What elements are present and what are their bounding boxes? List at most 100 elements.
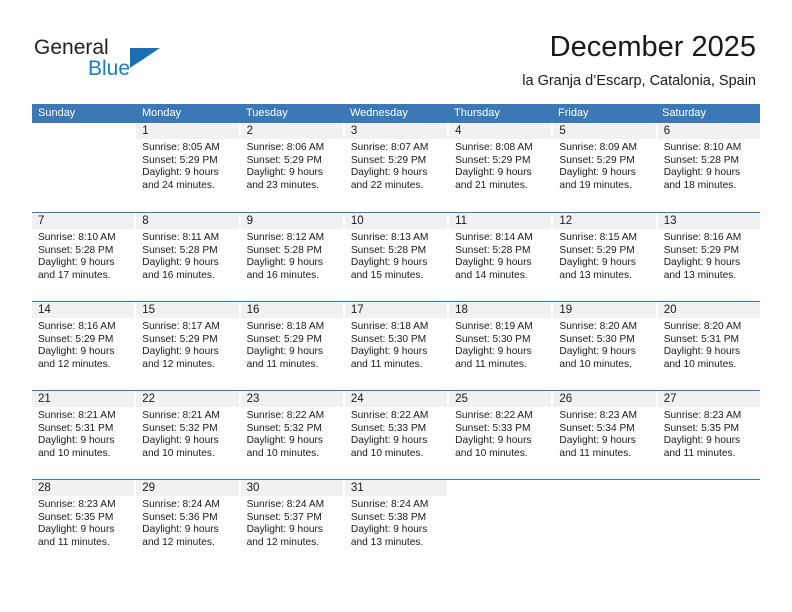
sunset-line: Sunset: 5:35 PM: [663, 422, 740, 434]
day-number: 9: [240, 213, 343, 229]
day-info: Sunrise: 8:14 AM Sunset: 5:28 PM Dayligh…: [449, 229, 551, 282]
daylight-line-2: and 24 minutes.: [142, 179, 215, 191]
day-cell[interactable]: 31 Sunrise: 8:24 AM Sunset: 5:38 PM Dayl…: [344, 480, 448, 568]
week-row: 1 Sunrise: 8:05 AM Sunset: 5:29 PM Dayli…: [32, 123, 760, 212]
sunrise-line: Sunrise: 8:23 AM: [559, 410, 637, 421]
daylight-line-2: and 10 minutes.: [663, 358, 737, 370]
daylight-line-1: Daylight: 9 hours: [38, 524, 115, 536]
day-info: Sunrise: 8:15 AM Sunset: 5:29 PM Dayligh…: [553, 229, 655, 282]
daylight-line-2: and 10 minutes.: [38, 447, 111, 459]
day-cell[interactable]: 26 Sunrise: 8:23 AM Sunset: 5:34 PM Dayl…: [553, 391, 656, 479]
day-cell[interactable]: 29 Sunrise: 8:24 AM Sunset: 5:36 PM Dayl…: [136, 480, 239, 568]
day-number: 4: [449, 123, 552, 139]
day-cell[interactable]: 21 Sunrise: 8:21 AM Sunset: 5:31 PM Dayl…: [32, 391, 135, 479]
day-cell[interactable]: 24 Sunrise: 8:22 AM Sunset: 5:33 PM Dayl…: [344, 391, 448, 479]
day-info: Sunrise: 8:22 AM Sunset: 5:33 PM Dayligh…: [345, 407, 447, 460]
sunrise-line: Sunrise: 8:18 AM: [350, 321, 429, 332]
day-number: 24: [344, 391, 448, 407]
day-cell[interactable]: 3 Sunrise: 8:07 AM Sunset: 5:29 PM Dayli…: [344, 123, 448, 212]
day-cell[interactable]: [657, 480, 760, 568]
day-cell[interactable]: 14 Sunrise: 8:16 AM Sunset: 5:29 PM Dayl…: [32, 302, 135, 390]
day-cell[interactable]: 16 Sunrise: 8:18 AM Sunset: 5:29 PM Dayl…: [240, 302, 343, 390]
day-cell[interactable]: 28 Sunrise: 8:23 AM Sunset: 5:35 PM Dayl…: [32, 480, 135, 568]
day-number: 10: [344, 213, 448, 229]
sunrise-line: Sunrise: 8:21 AM: [142, 410, 220, 421]
daylight-line-1: Daylight: 9 hours: [559, 167, 636, 179]
day-cell[interactable]: 15 Sunrise: 8:17 AM Sunset: 5:29 PM Dayl…: [136, 302, 239, 390]
daylight-line-2: and 22 minutes.: [350, 179, 424, 191]
general-blue-logo[interactable]: General Blue: [34, 36, 184, 88]
daylight-line-2: and 14 minutes.: [455, 269, 528, 281]
sunset-line: Sunset: 5:29 PM: [142, 154, 218, 166]
day-cell[interactable]: 22 Sunrise: 8:21 AM Sunset: 5:32 PM Dayl…: [136, 391, 239, 479]
daylight-line-1: Daylight: 9 hours: [559, 257, 636, 269]
day-cell[interactable]: [553, 480, 656, 568]
day-cell[interactable]: 10 Sunrise: 8:13 AM Sunset: 5:28 PM Dayl…: [344, 213, 448, 301]
day-cell[interactable]: 19 Sunrise: 8:20 AM Sunset: 5:30 PM Dayl…: [553, 302, 656, 390]
daylight-line-1: Daylight: 9 hours: [350, 167, 428, 179]
day-cell[interactable]: 30 Sunrise: 8:24 AM Sunset: 5:37 PM Dayl…: [240, 480, 343, 568]
sunset-line: Sunset: 5:29 PM: [38, 333, 114, 345]
day-cell[interactable]: 6 Sunrise: 8:10 AM Sunset: 5:28 PM Dayli…: [657, 123, 760, 212]
daylight-line-1: Daylight: 9 hours: [663, 167, 741, 179]
day-cell[interactable]: 5 Sunrise: 8:09 AM Sunset: 5:29 PM Dayli…: [553, 123, 656, 212]
day-cell[interactable]: 4 Sunrise: 8:08 AM Sunset: 5:29 PM Dayli…: [449, 123, 552, 212]
daylight-line-2: and 11 minutes.: [663, 447, 736, 459]
daylight-line-1: Daylight: 9 hours: [38, 435, 115, 447]
day-cell[interactable]: 1 Sunrise: 8:05 AM Sunset: 5:29 PM Dayli…: [136, 123, 239, 212]
daylight-line-1: Daylight: 9 hours: [142, 167, 219, 179]
sunset-line: Sunset: 5:31 PM: [38, 422, 114, 434]
daylight-line-2: and 10 minutes.: [455, 447, 528, 459]
day-info: Sunrise: 8:23 AM Sunset: 5:34 PM Dayligh…: [553, 407, 655, 460]
day-cell[interactable]: 20 Sunrise: 8:20 AM Sunset: 5:31 PM Dayl…: [657, 302, 760, 390]
day-cell[interactable]: 7 Sunrise: 8:10 AM Sunset: 5:28 PM Dayli…: [32, 213, 135, 301]
daylight-line-2: and 18 minutes.: [663, 179, 737, 191]
day-cell[interactable]: 27 Sunrise: 8:23 AM Sunset: 5:35 PM Dayl…: [657, 391, 760, 479]
sunrise-line: Sunrise: 8:08 AM: [455, 142, 533, 153]
daylight-line-2: and 11 minutes.: [246, 358, 319, 370]
day-info: Sunrise: 8:10 AM Sunset: 5:28 PM Dayligh…: [658, 139, 760, 192]
daylight-line-1: Daylight: 9 hours: [663, 346, 741, 358]
daylight-line-2: and 16 minutes.: [246, 269, 320, 281]
day-info: Sunrise: 8:20 AM Sunset: 5:30 PM Dayligh…: [553, 318, 655, 371]
sunset-line: Sunset: 5:31 PM: [663, 333, 740, 345]
sunset-line: Sunset: 5:29 PM: [559, 244, 635, 256]
day-info: Sunrise: 8:20 AM Sunset: 5:31 PM Dayligh…: [658, 318, 760, 371]
day-info: Sunrise: 8:19 AM Sunset: 5:30 PM Dayligh…: [449, 318, 551, 371]
day-number: 16: [240, 302, 343, 318]
sunset-line: Sunset: 5:29 PM: [559, 154, 635, 166]
day-cell[interactable]: 17 Sunrise: 8:18 AM Sunset: 5:30 PM Dayl…: [344, 302, 448, 390]
day-cell[interactable]: [449, 480, 552, 568]
sunrise-line: Sunrise: 8:21 AM: [38, 410, 116, 421]
day-info: Sunrise: 8:24 AM Sunset: 5:37 PM Dayligh…: [241, 496, 343, 549]
sunset-line: Sunset: 5:28 PM: [455, 244, 531, 256]
page-title: December 2025: [549, 31, 756, 63]
day-number: 3: [344, 123, 448, 139]
daylight-line-1: Daylight: 9 hours: [246, 346, 324, 358]
day-cell[interactable]: 13 Sunrise: 8:16 AM Sunset: 5:29 PM Dayl…: [657, 213, 760, 301]
day-cell[interactable]: 8 Sunrise: 8:11 AM Sunset: 5:28 PM Dayli…: [136, 213, 239, 301]
day-number: 17: [344, 302, 448, 318]
daylight-line-1: Daylight: 9 hours: [455, 257, 532, 269]
sunset-line: Sunset: 5:30 PM: [559, 333, 635, 345]
day-cell[interactable]: 25 Sunrise: 8:22 AM Sunset: 5:33 PM Dayl…: [449, 391, 552, 479]
day-cell[interactable]: 18 Sunrise: 8:19 AM Sunset: 5:30 PM Dayl…: [449, 302, 552, 390]
daylight-line-1: Daylight: 9 hours: [350, 346, 428, 358]
daylight-line-1: Daylight: 9 hours: [246, 435, 324, 447]
day-cell[interactable]: [32, 123, 135, 212]
day-cell[interactable]: 12 Sunrise: 8:15 AM Sunset: 5:29 PM Dayl…: [553, 213, 656, 301]
day-number: 1: [136, 123, 239, 139]
day-cell[interactable]: 9 Sunrise: 8:12 AM Sunset: 5:28 PM Dayli…: [240, 213, 343, 301]
week-row: 7 Sunrise: 8:10 AM Sunset: 5:28 PM Dayli…: [32, 212, 760, 301]
daylight-line-2: and 11 minutes.: [350, 358, 423, 370]
daylight-line-2: and 12 minutes.: [142, 358, 215, 370]
day-cell[interactable]: 11 Sunrise: 8:14 AM Sunset: 5:28 PM Dayl…: [449, 213, 552, 301]
daylight-line-2: and 10 minutes.: [246, 447, 320, 459]
day-info: Sunrise: 8:06 AM Sunset: 5:29 PM Dayligh…: [241, 139, 343, 192]
sunset-line: Sunset: 5:37 PM: [246, 511, 322, 523]
title-block: December 2025 la Granja d’Escarp, Catalo…: [522, 30, 756, 90]
day-cell[interactable]: 23 Sunrise: 8:22 AM Sunset: 5:32 PM Dayl…: [240, 391, 343, 479]
sunset-line: Sunset: 5:34 PM: [559, 422, 635, 434]
sunrise-line: Sunrise: 8:24 AM: [246, 499, 325, 510]
day-cell[interactable]: 2 Sunrise: 8:06 AM Sunset: 5:29 PM Dayli…: [240, 123, 343, 212]
